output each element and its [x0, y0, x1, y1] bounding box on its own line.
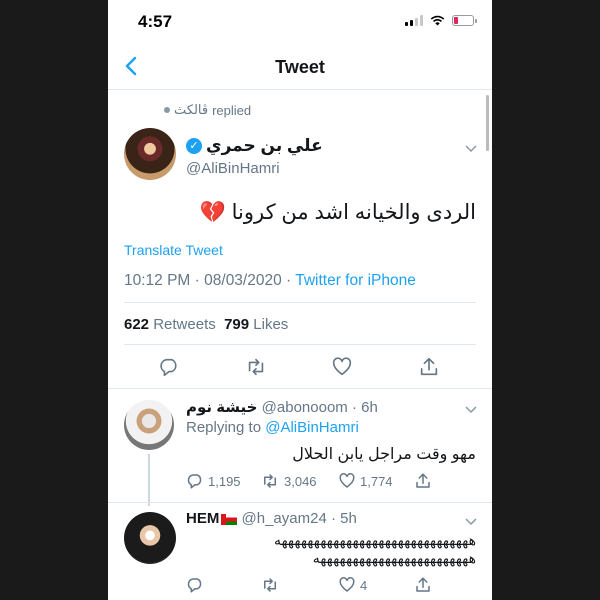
- chevron-down-icon[interactable]: [464, 402, 478, 416]
- signal-icon: [405, 15, 423, 26]
- retweet-icon: [264, 578, 276, 592]
- reply-icon: [160, 358, 177, 377]
- like-count: 1,774: [360, 473, 393, 489]
- tweet-action-bar: [108, 354, 492, 382]
- replied-label: replied: [212, 102, 252, 118]
- reply-author-name: خيشة نوم: [186, 399, 258, 416]
- replied-by-name[interactable]: ڤالكث: [174, 102, 208, 118]
- divider: [108, 502, 492, 503]
- translate-tweet-link[interactable]: Translate Tweet: [124, 242, 223, 258]
- divider: [124, 344, 476, 345]
- share-icon: [416, 473, 430, 488]
- tweet-time: 10:12 PM: [124, 272, 191, 289]
- retweet-icon: [264, 474, 276, 488]
- like-button[interactable]: 1,774: [338, 472, 393, 490]
- replying-label: Replying to: [186, 419, 262, 436]
- social-context: ڤالكث replied: [164, 102, 251, 118]
- like-count: 4: [360, 577, 368, 593]
- status-bar: 4:57: [108, 0, 492, 44]
- likes-label[interactable]: Likes: [253, 316, 288, 333]
- reply-age: 5h: [340, 510, 357, 527]
- nav-bar: Tweet: [108, 44, 492, 90]
- reply-text-line: ههههههههههههههههههههههههههههههه: [273, 532, 477, 548]
- tweet-source-link[interactable]: Twitter for iPhone: [295, 272, 416, 289]
- reply-author-handle: @h_ayam24: [241, 510, 327, 527]
- status-time: 4:57: [138, 12, 173, 31]
- retweet-count: 3,046: [284, 473, 317, 489]
- heart-icon: [339, 577, 355, 592]
- author-avatar[interactable]: [124, 128, 176, 180]
- retweet-button[interactable]: [260, 576, 280, 594]
- reply-avatar[interactable]: [124, 512, 176, 564]
- divider: [124, 302, 476, 303]
- reply-author-name: HEM: [186, 510, 220, 527]
- share-button[interactable]: [414, 576, 432, 594]
- retweet-icon: [248, 358, 264, 376]
- divider: [108, 388, 492, 389]
- reply-button[interactable]: 1,195: [186, 472, 241, 490]
- tweet-meta: 10:12 PM · 08/03/2020 · Twitter for iPho…: [124, 272, 416, 289]
- scrollbar[interactable]: [486, 95, 489, 151]
- reply-header[interactable]: HEM @h_ayam24 · 5h: [186, 510, 357, 527]
- retweets-count[interactable]: 622: [124, 316, 149, 333]
- chevron-down-icon[interactable]: [464, 141, 478, 155]
- dot-icon: [164, 107, 170, 113]
- heart-icon: [339, 473, 355, 488]
- reply-button[interactable]: [158, 356, 180, 378]
- replying-mention-link[interactable]: @AliBinHamri: [265, 419, 359, 436]
- like-button[interactable]: [331, 356, 353, 378]
- share-icon: [420, 357, 438, 376]
- reply-action-bar: 1,195 3,046 1,774: [108, 470, 492, 498]
- phone-screen: 4:57 Tweet ڤالكث replied علي بن حمري ✓ @…: [108, 0, 492, 600]
- author-name-row[interactable]: علي بن حمري ✓: [186, 136, 323, 156]
- reply-text-line: ههههههههههههههههههههههههه: [312, 550, 477, 566]
- status-icons: [405, 15, 477, 26]
- likes-count[interactable]: 799: [224, 316, 249, 333]
- reply-avatar[interactable]: [124, 400, 174, 450]
- reply-age: 6h: [361, 399, 378, 416]
- reply-button[interactable]: [186, 576, 204, 594]
- heart-icon: [332, 357, 352, 376]
- reply-text: مهو وقت مراجل يابن الحلال: [292, 446, 476, 463]
- reply-count: 1,195: [208, 473, 241, 489]
- author-name: علي بن حمري: [206, 136, 323, 155]
- tweet-date: 08/03/2020: [204, 272, 282, 289]
- share-button[interactable]: [414, 472, 432, 490]
- battery-icon: [452, 15, 477, 26]
- reply-header[interactable]: خيشة نوم @abonooom · 6h: [186, 398, 378, 416]
- tweet-stats: 622 Retweets 799 Likes: [124, 316, 288, 333]
- author-handle[interactable]: @AliBinHamri: [186, 160, 280, 177]
- retweet-button[interactable]: [244, 356, 268, 378]
- reply-icon: [187, 474, 202, 489]
- verified-badge-icon: ✓: [186, 138, 202, 154]
- tweet-text: الردى والخيانه اشد من كرونا 💔: [199, 201, 476, 224]
- retweets-label[interactable]: Retweets: [153, 316, 216, 333]
- reply-icon: [187, 578, 202, 593]
- share-button[interactable]: [418, 356, 440, 378]
- reply-action-bar: 4: [108, 574, 492, 600]
- replying-to: Replying to @AliBinHamri: [186, 419, 359, 436]
- reply-author-handle: @abonooom: [261, 399, 348, 416]
- screenshot-frame: 4:57 Tweet ڤالكث replied علي بن حمري ✓ @…: [0, 0, 600, 600]
- page-title: Tweet: [275, 57, 325, 77]
- wifi-icon: [430, 15, 445, 26]
- share-icon: [416, 577, 430, 592]
- chevron-down-icon[interactable]: [464, 514, 478, 528]
- flag-icon: [221, 513, 238, 525]
- like-button[interactable]: 4: [338, 576, 367, 594]
- retweet-button[interactable]: 3,046: [260, 472, 317, 490]
